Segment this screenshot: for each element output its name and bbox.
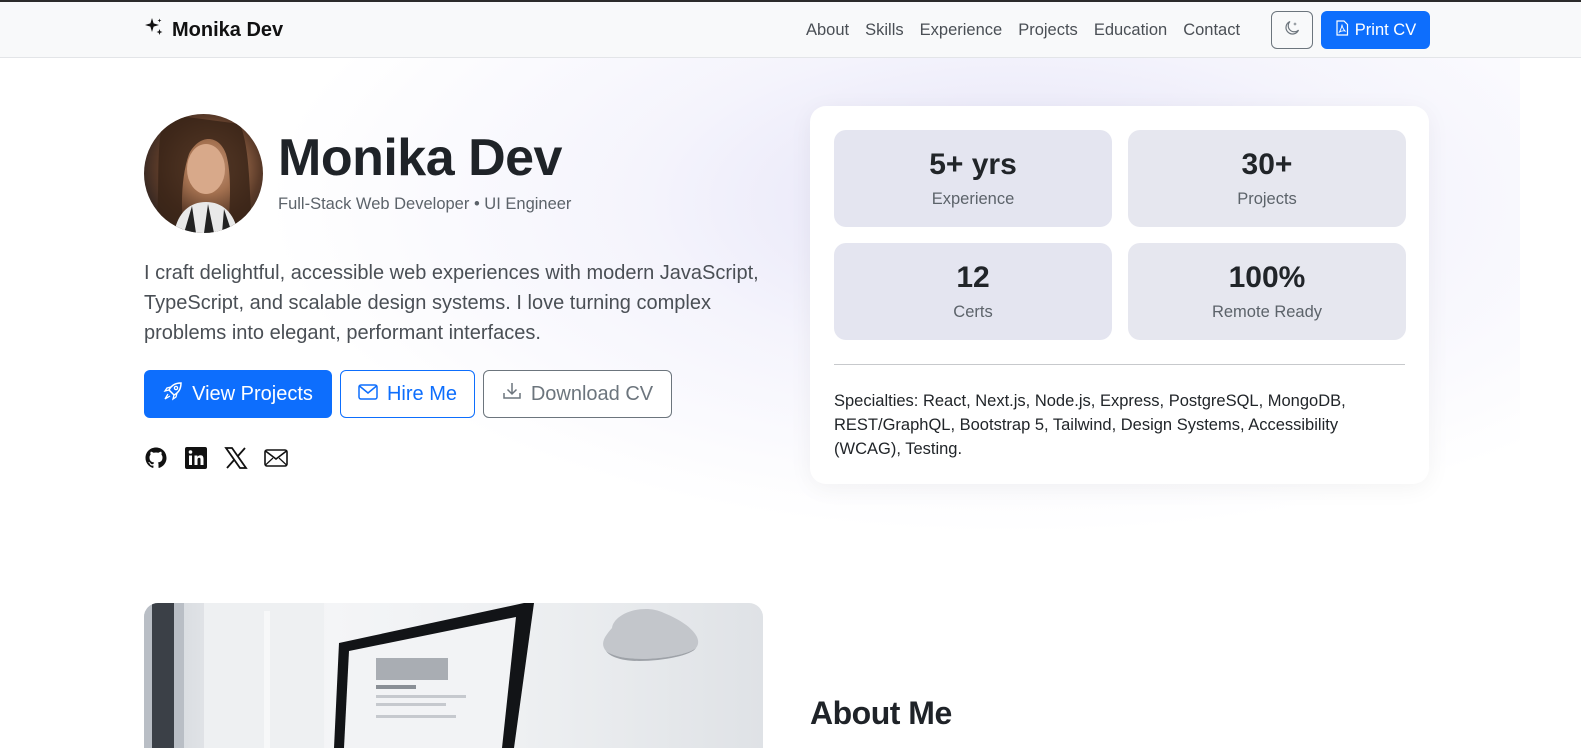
file-pdf-icon [1335, 19, 1349, 41]
stat-label: Projects [1237, 190, 1297, 208]
envelope-icon[interactable] [264, 446, 288, 470]
avatar [144, 114, 263, 233]
moon-stars-icon [1284, 20, 1300, 41]
nav-link-contact[interactable]: Contact [1183, 21, 1240, 40]
stat-label: Certs [953, 303, 993, 321]
nav-link-about[interactable]: About [806, 21, 849, 40]
stat-value: 5+ yrs [929, 148, 1017, 181]
stat-remote-ready: 100% Remote Ready [1128, 243, 1406, 340]
stat-value: 30+ [1241, 148, 1293, 181]
hero-name: Monika Dev [278, 129, 562, 187]
view-projects-label: View Projects [192, 382, 313, 405]
brand-name: Monika Dev [172, 18, 284, 41]
nav-link-projects[interactable]: Projects [1018, 21, 1078, 40]
download-cv-label: Download CV [530, 382, 654, 405]
nav-link-experience[interactable]: Experience [920, 21, 1003, 40]
about-image [144, 603, 763, 748]
stat-label: Experience [931, 190, 1015, 208]
stats-card: 5+ yrs Experience 30+ Projects 12 Certs … [810, 106, 1429, 484]
print-cv-label: Print CV [1354, 20, 1417, 39]
download-cv-button[interactable]: Download CV [483, 370, 672, 418]
github-icon[interactable] [144, 446, 168, 470]
nav-link-skills[interactable]: Skills [865, 21, 904, 40]
rocket-icon [163, 381, 183, 407]
specialties-text: Specialties: React, Next.js, Node.js, Ex… [834, 392, 1346, 458]
about-title: About Me [810, 695, 952, 731]
hero-intro: I craft delightful, accessible web exper… [144, 262, 759, 344]
envelope-icon [358, 383, 378, 406]
hero-role: Full-Stack Web Developer • UI Engineer [278, 195, 572, 213]
stat-value: 100% [1228, 261, 1306, 294]
linkedin-icon[interactable] [184, 446, 208, 470]
download-icon [502, 381, 522, 407]
social-links [144, 446, 288, 470]
stat-experience: 5+ yrs Experience [834, 130, 1112, 227]
sparkles-icon [144, 17, 164, 43]
view-projects-button[interactable]: View Projects [144, 370, 332, 418]
stat-projects: 30+ Projects [1128, 130, 1406, 227]
stat-certs: 12 Certs [834, 243, 1112, 340]
divider [834, 364, 1405, 365]
hire-me-button[interactable]: Hire Me [340, 370, 475, 418]
print-cv-button[interactable]: Print CV [1321, 11, 1430, 49]
hire-me-label: Hire Me [386, 382, 457, 405]
nav-links: About Skills Experience Projects Educati… [806, 2, 1240, 58]
stat-value: 12 [956, 261, 990, 294]
stat-label: Remote Ready [1211, 303, 1323, 321]
navbar: Monika Dev About Skills Experience Proje… [0, 2, 1581, 58]
x-icon[interactable] [224, 446, 248, 470]
brand[interactable]: Monika Dev [144, 2, 283, 58]
theme-toggle-button[interactable] [1271, 11, 1313, 49]
nav-link-education[interactable]: Education [1094, 21, 1167, 40]
